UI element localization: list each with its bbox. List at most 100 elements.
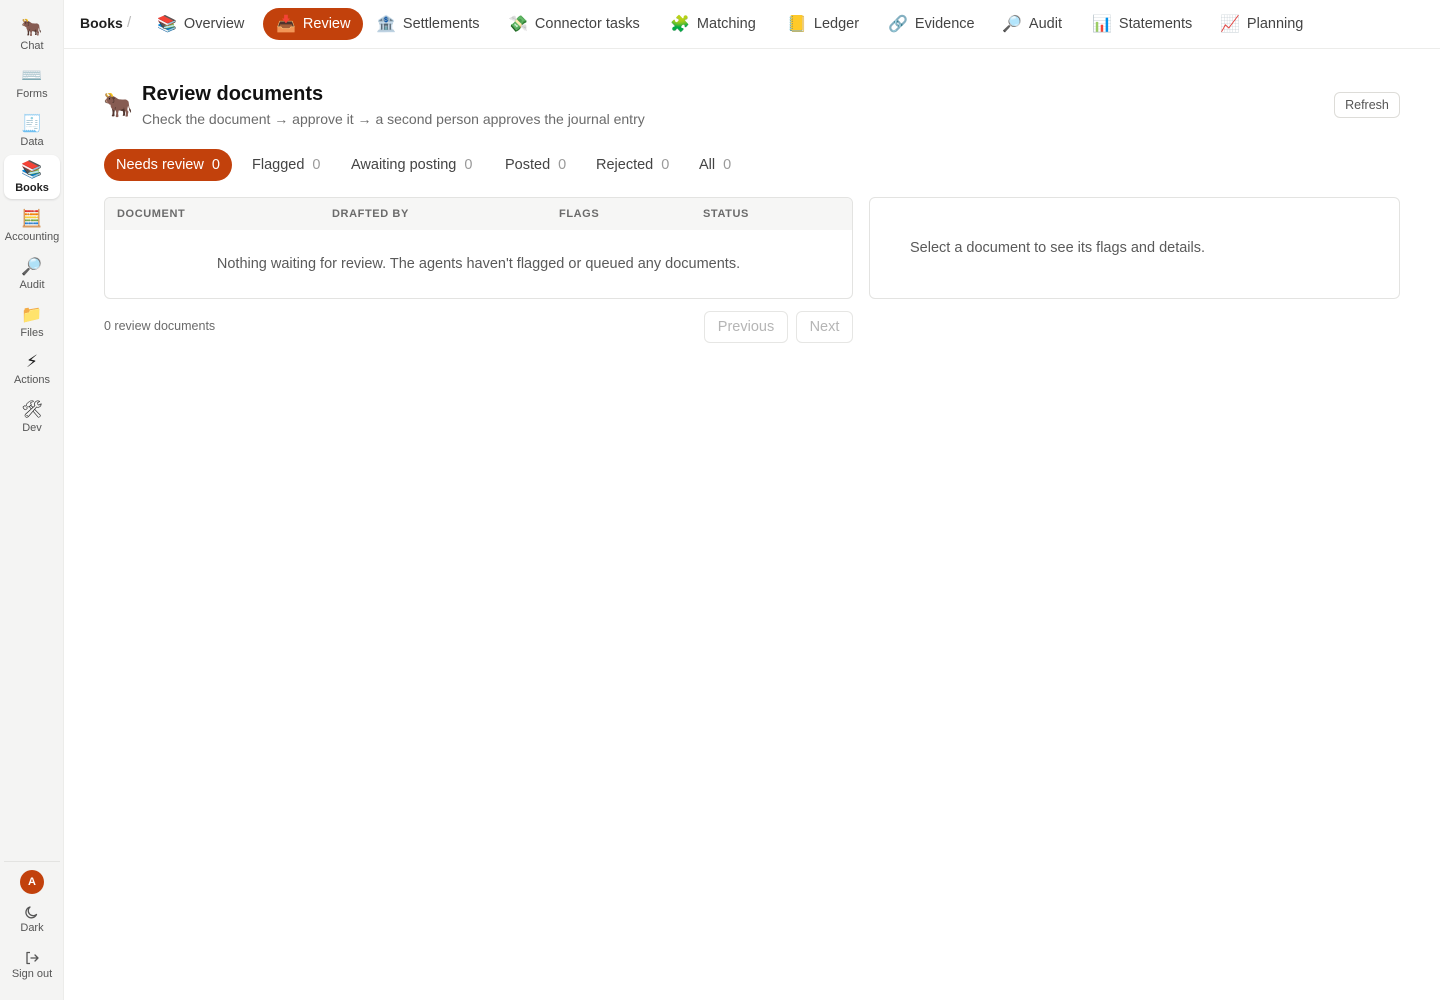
top-nav: Books / 📚 Overview 📥 Review 🏦 Settlement…	[64, 0, 1440, 49]
breadcrumb[interactable]: Books	[80, 15, 123, 31]
sign-out-label: Sign out	[11, 968, 53, 980]
filter-label: Flagged	[252, 157, 305, 173]
dark-mode-label: Dark	[20, 922, 44, 934]
tab-label: Review	[302, 16, 351, 32]
tab-label: Planning	[1246, 16, 1304, 32]
previous-page-button[interactable]: Previous	[704, 311, 788, 343]
sidebar-item-label: Files	[20, 327, 44, 339]
table-empty-message: Nothing waiting for review. The agents h…	[216, 256, 741, 272]
sidebar-item-label: Accounting	[4, 231, 60, 243]
filter-label: Rejected	[596, 157, 654, 173]
page-title: Review documents	[142, 83, 324, 105]
lightning-icon: ⚡	[26, 352, 38, 371]
filter-count: 0	[211, 157, 220, 173]
sidebar-item-dev[interactable]: 🛠 Dev	[4, 395, 60, 439]
sidebar-item-audit[interactable]: 🔎 Audit	[4, 252, 60, 296]
tab-ledger[interactable]: 📒 Ledger	[774, 8, 872, 40]
refresh-button[interactable]: Refresh	[1334, 92, 1400, 118]
books-icon: 📚	[21, 160, 43, 179]
document-count: 0 review documents	[104, 319, 216, 333]
sign-out-button[interactable]: Sign out	[4, 950, 60, 980]
tab-review[interactable]: 📥 Review	[263, 8, 364, 40]
ox-icon: 🐂	[103, 92, 133, 119]
moon-icon	[25, 906, 38, 919]
puzzle-icon: 🧩	[670, 16, 690, 33]
sidebar-item-label: Chat	[20, 40, 44, 52]
sidebar-item-label: Forms	[16, 88, 48, 100]
filter-label: Awaiting posting	[351, 157, 457, 173]
filter-count: 0	[723, 157, 732, 173]
magnifier-icon: 🔎	[1002, 16, 1022, 33]
tab-label: Statements	[1118, 16, 1193, 32]
sidebar-item-data[interactable]: 🧾 Data	[4, 109, 60, 153]
link-icon: 🔗	[888, 16, 908, 33]
ox-icon: 🐂	[21, 18, 43, 37]
tab-audit[interactable]: 🔎 Audit	[989, 8, 1075, 40]
bank-icon: 🏦	[376, 16, 396, 33]
tab-evidence[interactable]: 🔗 Evidence	[875, 8, 988, 40]
sign-out-icon	[26, 951, 39, 965]
filter-count: 0	[312, 157, 321, 173]
avatar[interactable]: A	[20, 870, 44, 894]
sidebar-item-accounting[interactable]: 🧮 Accounting	[4, 204, 60, 248]
tab-connector-tasks[interactable]: 💸 Connector tasks	[495, 8, 653, 40]
sidebar-item-label: Actions	[13, 374, 51, 386]
filter-all[interactable]: All 0	[687, 149, 743, 181]
left-sidebar: 🐂 Chat ⌨️ Forms 🧾 Data 📚 Books 🧮 Account…	[0, 0, 64, 1000]
document-detail-panel: Select a document to see its flags and d…	[869, 197, 1400, 299]
filter-count: 0	[464, 157, 473, 173]
money-wings-icon: 💸	[508, 16, 528, 33]
breadcrumb-separator: /	[127, 14, 132, 31]
trend-chart-icon: 📈	[1220, 16, 1240, 33]
tab-statements[interactable]: 📊 Statements	[1079, 8, 1205, 40]
tab-matching[interactable]: 🧩 Matching	[657, 8, 769, 40]
inbox-tray-icon: 📥	[276, 16, 296, 33]
filter-count: 0	[661, 157, 670, 173]
books-icon: 📚	[157, 16, 177, 33]
abacus-icon: 🧮	[21, 209, 43, 228]
tab-label: Matching	[696, 16, 756, 32]
filter-posted[interactable]: Posted 0	[493, 149, 578, 181]
folder-icon: 📁	[21, 305, 43, 324]
magnifier-icon: 🔎	[21, 257, 43, 276]
tab-label: Audit	[1028, 16, 1062, 32]
dark-mode-toggle[interactable]: Dark	[4, 904, 60, 934]
column-header-drafted-by[interactable]: DRAFTED BY	[332, 208, 409, 220]
filter-needs-review[interactable]: Needs review 0	[104, 149, 232, 181]
sidebar-item-label: Dev	[22, 422, 42, 434]
next-page-button[interactable]: Next	[796, 311, 853, 343]
keyboard-icon: ⌨️	[21, 66, 43, 85]
filter-flagged[interactable]: Flagged 0	[240, 149, 332, 181]
sidebar-divider	[4, 861, 60, 862]
column-header-document[interactable]: DOCUMENT	[117, 208, 185, 220]
detail-empty-message: Select a document to see its flags and d…	[910, 240, 1206, 256]
filter-rejected[interactable]: Rejected 0	[584, 149, 681, 181]
table-header: DOCUMENT DRAFTED BY FLAGS STATUS	[105, 198, 852, 230]
filter-count: 0	[558, 157, 567, 173]
tab-planning[interactable]: 📈 Planning	[1207, 8, 1316, 40]
column-header-flags[interactable]: FLAGS	[559, 208, 599, 220]
sidebar-item-label: Data	[20, 136, 44, 148]
filter-label: All	[699, 157, 716, 173]
sidebar-item-books[interactable]: 📚 Books	[4, 155, 60, 199]
sidebar-item-files[interactable]: 📁 Files	[4, 300, 60, 344]
sidebar-item-actions[interactable]: ⚡ Actions	[4, 347, 60, 391]
column-header-status[interactable]: STATUS	[703, 208, 749, 220]
filter-label: Needs review	[116, 157, 204, 173]
bar-chart-icon: 📊	[1092, 16, 1112, 33]
sidebar-item-forms[interactable]: ⌨️ Forms	[4, 61, 60, 105]
page-subtitle: Check the document → approve it → a seco…	[142, 111, 645, 127]
tab-label: Ledger	[813, 16, 860, 32]
tab-label: Overview	[183, 16, 245, 32]
sidebar-item-label: Audit	[19, 279, 45, 291]
receipt-icon: 🧾	[21, 114, 43, 133]
tab-label: Settlements	[402, 16, 480, 32]
sidebar-item-chat[interactable]: 🐂 Chat	[4, 13, 60, 57]
filter-awaiting-posting[interactable]: Awaiting posting 0	[339, 149, 484, 181]
tab-label: Evidence	[914, 16, 975, 32]
tab-settlements[interactable]: 🏦 Settlements	[363, 8, 493, 40]
tab-label: Connector tasks	[534, 16, 640, 32]
ledger-icon: 📒	[787, 16, 807, 33]
tab-overview[interactable]: 📚 Overview	[144, 8, 257, 40]
documents-table: DOCUMENT DRAFTED BY FLAGS STATUS Nothing…	[104, 197, 853, 299]
